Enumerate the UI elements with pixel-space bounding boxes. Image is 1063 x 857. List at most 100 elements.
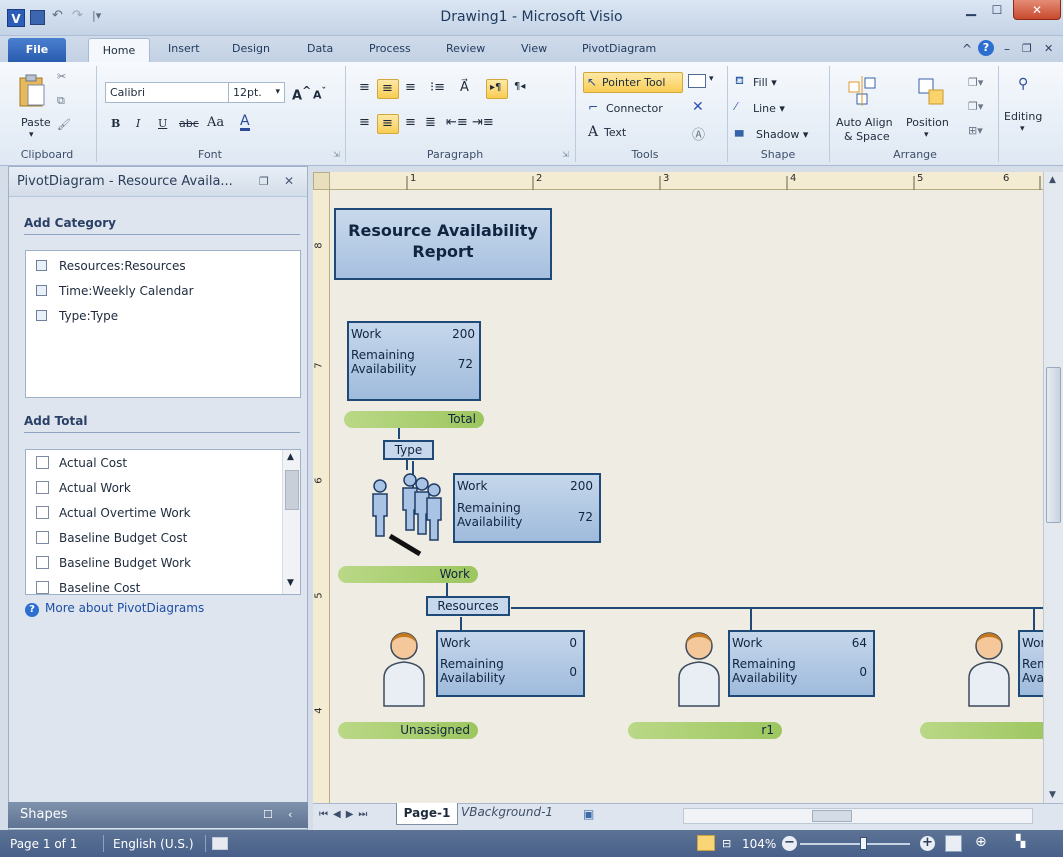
help-link[interactable]: ? More about PivotDiagrams [25,601,204,617]
work-type-label[interactable]: Work [338,566,478,583]
total-item[interactable]: Actual Cost [36,456,127,470]
fit-page-icon[interactable] [945,835,962,852]
cut-icon[interactable]: ✂ [57,70,66,83]
tab-home[interactable]: Home [88,38,150,63]
pane-close-icon[interactable]: ✕ [284,174,294,188]
insert-page-icon[interactable]: ▣ [583,807,594,821]
shrink-font-icon[interactable]: Aˇ [313,86,326,102]
chevron-down-icon[interactable]: ▾ [924,130,929,140]
justify-icon[interactable]: ≣ [425,115,436,130]
binoculars-icon[interactable]: ⚲ [1018,76,1028,92]
scroll-up-icon[interactable]: ▲ [1049,175,1056,185]
total-list-scrollbar[interactable]: ▲ ▼ [282,450,300,594]
decrease-indent-icon[interactable]: ⇤≡ [446,115,468,130]
line-icon[interactable]: ⁄ [735,100,737,113]
macro-icon[interactable] [212,837,228,850]
chevron-left-icon[interactable]: ‹ [288,802,292,828]
tab-data[interactable]: Data [307,42,333,55]
zoom-level[interactable]: 104% [742,837,776,851]
language-status[interactable]: English (U.S.) [113,837,194,851]
horizontal-scrollbar[interactable] [683,808,1033,824]
resources-tag[interactable]: Resources [426,596,510,616]
font-dialog-launcher-icon[interactable]: ⇲ [333,150,340,159]
resource-node[interactable]: Wor RemAva [1018,630,1043,697]
zoom-slider-thumb[interactable] [860,837,867,850]
fill-icon[interactable]: ⛾ [735,74,744,89]
text-tool-icon[interactable]: A [588,124,598,140]
tab-insert[interactable]: Insert [168,42,200,55]
shapes-minimize-icon[interactable]: ☐ [263,802,273,828]
scroll-down-icon[interactable]: ▼ [1049,790,1056,800]
total-item[interactable]: Baseline Budget Work [36,556,191,570]
zoom-in-icon[interactable]: + [920,836,935,851]
shapes-bar[interactable]: Shapes ☐ ‹ [8,802,308,828]
full-screen-icon[interactable]: ⊟ [722,837,731,850]
align-top-icon[interactable]: ≡ [359,80,370,95]
paste-button[interactable] [16,72,50,112]
doc-close-icon[interactable]: ✕ [1044,42,1053,55]
auto-align-button[interactable]: Auto Align [836,116,893,129]
align-right-icon[interactable]: ≡ [405,115,416,130]
show-paragraph-button[interactable]: ▸¶ [486,79,508,99]
scroll-down-icon[interactable]: ▼ [287,578,294,588]
type-node[interactable]: Work 200 Remaining Availability 72 [453,473,601,543]
r1-label[interactable]: r1 [628,722,782,739]
align-left-icon[interactable]: ≡ [359,115,370,130]
checkbox[interactable] [36,531,49,544]
change-case-button[interactable]: Aa [207,115,224,130]
checkbox[interactable] [36,456,49,469]
group-icon[interactable]: ⊞▾ [968,124,983,137]
tab-pivotdiagram[interactable]: PivotDiagram [582,42,656,55]
scroll-up-icon[interactable]: ▲ [287,452,294,462]
connector-tool-label[interactable]: Connector [606,102,663,115]
resource-node[interactable]: Work 64 Remaining Availability 0 [728,630,875,697]
grow-font-icon[interactable]: A^ [292,84,311,103]
position-button[interactable]: Position [906,116,949,129]
scroll-thumb[interactable] [812,810,852,822]
editing-button[interactable]: Editing [1004,110,1042,123]
tab-review[interactable]: Review [446,42,485,55]
minimize-ribbon-icon[interactable]: ^ [962,42,972,56]
category-item[interactable]: Resources:Resources [36,259,186,273]
strikethrough-button[interactable]: abc [179,117,199,130]
checkbox[interactable] [36,481,49,494]
normal-view-icon[interactable] [697,835,715,851]
paste-dropdown-icon[interactable]: ▾ [29,130,34,140]
font-size-combo[interactable]: 12pt. ▾ [228,82,285,103]
copy-icon[interactable]: ⧉ [57,94,65,108]
category-item[interactable]: Time:Weekly Calendar [36,284,194,298]
switch-windows-icon[interactable]: ▚ [1016,834,1025,848]
bold-button[interactable]: B [111,117,120,130]
page-tab-vbackground[interactable]: VBackground-1 [461,805,553,819]
unassigned-label[interactable]: Unassigned [338,722,478,739]
doc-minimize-icon[interactable]: – [1004,42,1010,56]
auto-align-icon[interactable] [845,74,879,108]
total-item[interactable]: Baseline Cost [36,581,140,594]
increase-indent-icon[interactable]: ⇥≡ [472,115,494,130]
zoom-slider-track[interactable] [800,843,910,845]
underline-button[interactable]: U [158,117,167,130]
total-item[interactable]: Actual Overtime Work [36,506,191,520]
tab-view[interactable]: View [521,42,547,55]
help-icon[interactable]: ? [978,40,994,56]
page-tab-page1[interactable]: Page-1 [396,803,458,825]
align-middle-button[interactable]: ≡ [377,79,399,99]
pointer-tool-button[interactable]: ↖ Pointer Tool [583,72,683,93]
checkbox[interactable] [36,506,49,519]
paragraph-rtl-icon[interactable]: ¶◂ [514,81,525,92]
chevron-down-icon[interactable]: ▾ [1020,124,1025,134]
checkbox[interactable] [36,581,49,594]
doc-restore-icon[interactable]: ❐ [1022,42,1032,55]
type-tag[interactable]: Type [383,440,434,460]
vertical-scrollbar[interactable]: ▲ ▼ [1043,172,1063,803]
chevron-down-icon[interactable]: ▾ [709,74,714,84]
fill-button[interactable]: Fill ▾ [753,76,777,89]
line-button[interactable]: Line ▾ [753,102,785,115]
format-painter-icon[interactable]: 🖌 [57,118,71,131]
rectangle-tool-icon[interactable] [688,74,706,88]
text-tool-label[interactable]: Text [604,126,626,139]
font-color-button[interactable]: A [240,114,250,131]
checkbox[interactable] [36,556,49,569]
total-item[interactable]: Actual Work [36,481,131,495]
scroll-thumb[interactable] [1046,367,1061,523]
